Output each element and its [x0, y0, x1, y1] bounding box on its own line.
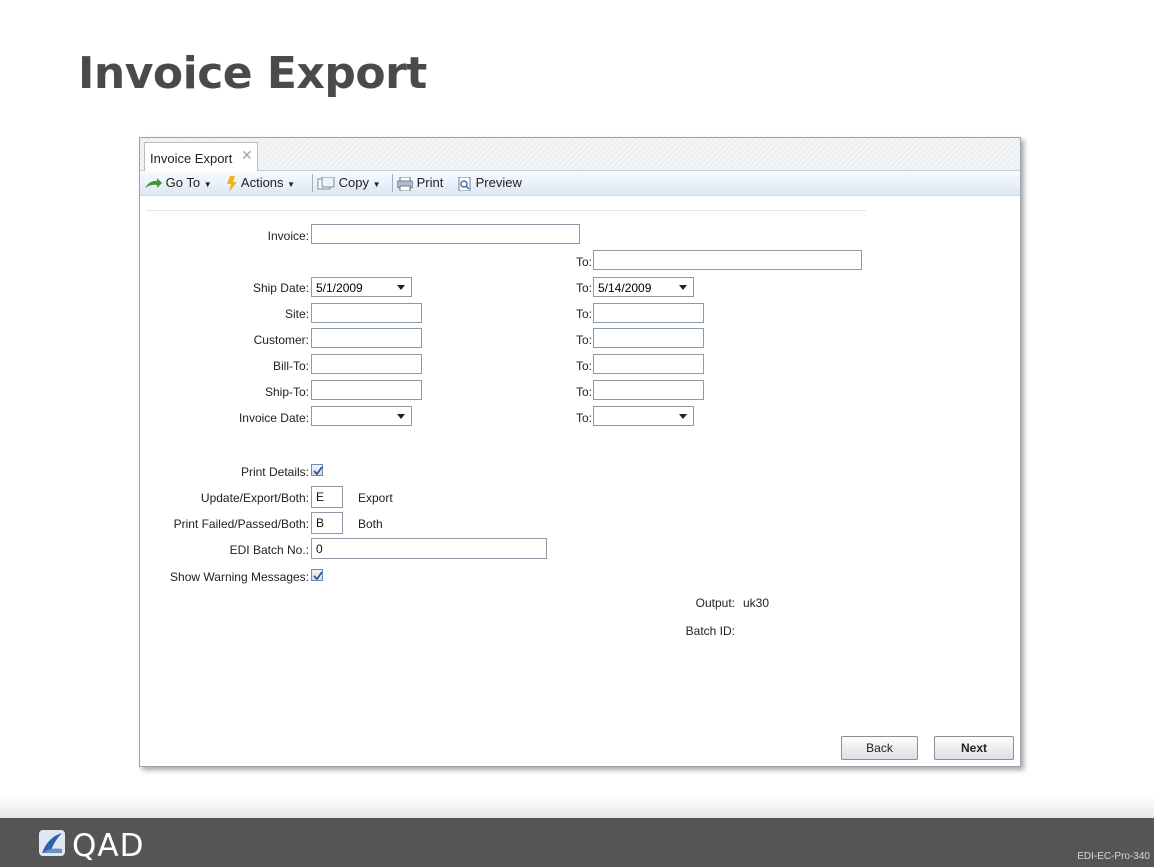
close-icon[interactable]: ✕ — [241, 147, 253, 164]
goto-label: Go To — [165, 175, 201, 190]
preview-label: Preview — [475, 175, 522, 190]
chevron-down-icon — [679, 414, 687, 419]
site-to-input[interactable] — [593, 303, 704, 323]
customer-from-input[interactable] — [311, 328, 422, 348]
output-value: uk30 — [743, 596, 770, 610]
bill-to-from-input[interactable] — [311, 354, 422, 374]
toolbar: Go To ▼ Actions ▼ Copy ▼ Print Preview — [140, 171, 1020, 196]
preview-icon — [458, 176, 471, 191]
ship-date-from-dropdown[interactable]: 5/1/2009 — [311, 277, 412, 297]
invoice-date-from-dropdown[interactable] — [311, 406, 412, 426]
copy-button[interactable]: Copy ▼ — [317, 175, 381, 191]
site-to-label: To: — [575, 307, 592, 321]
edi-batch-no-input[interactable] — [311, 538, 547, 559]
next-button[interactable]: Next — [934, 736, 1014, 760]
show-warning-checkbox[interactable] — [311, 569, 323, 581]
ship-date-label: Ship Date: — [252, 281, 309, 295]
slide-code: EDI-EC-Pro-340 — [1077, 851, 1150, 862]
print-failed-passed-label: Print Failed/Passed/Both: — [173, 517, 309, 531]
preview-button[interactable]: Preview — [458, 175, 522, 191]
site-label: Site: — [284, 307, 309, 321]
output-label: Output: — [695, 596, 735, 610]
chevron-down-icon: ▼ — [203, 180, 212, 189]
slide-title: Invoice Export — [78, 48, 427, 99]
toolbar-separator — [392, 174, 393, 192]
invoice-date-to-label: To: — [575, 411, 592, 425]
ship-date-to-label: To: — [575, 281, 592, 295]
copy-label: Copy — [338, 175, 369, 190]
invoice-to-input[interactable] — [593, 250, 862, 270]
chevron-down-icon: ▼ — [372, 180, 381, 189]
actions-button[interactable]: Actions ▼ — [226, 175, 295, 192]
update-export-both-input[interactable] — [311, 486, 343, 508]
actions-label: Actions — [240, 175, 284, 190]
update-export-both-desc: Export — [358, 491, 393, 505]
invoice-date-to-dropdown[interactable] — [593, 406, 694, 426]
site-from-input[interactable] — [311, 303, 422, 323]
bill-to-label: Bill-To: — [272, 359, 309, 373]
print-failed-passed-input[interactable] — [311, 512, 343, 534]
invoice-label: Invoice: — [267, 229, 309, 243]
divider — [146, 210, 866, 211]
toolbar-separator — [312, 174, 313, 192]
invoice-to-label: To: — [575, 255, 592, 269]
goto-arrow-icon — [145, 177, 162, 188]
ship-date-from-value: 5/1/2009 — [316, 281, 363, 295]
checkmark-icon — [313, 571, 323, 581]
invoice-from-input[interactable] — [311, 224, 580, 244]
checkmark-icon — [313, 466, 323, 476]
ship-to-to-input[interactable] — [593, 380, 704, 400]
customer-to-label: To: — [575, 333, 592, 347]
invoice-date-label: Invoice Date: — [238, 411, 309, 425]
back-button[interactable]: Back — [841, 736, 918, 760]
logo-text: QAD — [72, 828, 145, 864]
ship-date-to-dropdown[interactable]: 5/14/2009 — [593, 277, 694, 297]
copy-icon — [317, 176, 335, 190]
tab-invoice-export[interactable]: Invoice Export ✕ — [144, 142, 258, 171]
print-failed-passed-desc: Both — [358, 517, 383, 531]
tab-bar: Invoice Export ✕ — [140, 138, 1020, 171]
ship-to-label: Ship-To: — [264, 385, 309, 399]
customer-label: Customer: — [253, 333, 309, 347]
show-warning-label: Show Warning Messages: — [170, 570, 309, 584]
ship-to-to-label: To: — [575, 385, 592, 399]
batch-id-label: Batch ID: — [685, 624, 735, 638]
footer-bar: QAD EDI-EC-Pro-340 — [0, 818, 1154, 867]
customer-to-input[interactable] — [593, 328, 704, 348]
print-details-checkbox[interactable] — [311, 464, 323, 476]
print-button[interactable]: Print — [397, 175, 443, 191]
chevron-down-icon — [397, 285, 405, 290]
printer-icon — [397, 176, 413, 191]
chevron-down-icon — [679, 285, 687, 290]
ship-to-from-input[interactable] — [311, 380, 422, 400]
chevron-down-icon: ▼ — [287, 180, 296, 189]
print-label: Print — [416, 175, 444, 190]
goto-button[interactable]: Go To ▼ — [144, 175, 212, 190]
invoice-export-window: Invoice Export ✕ Go To ▼ Actions ▼ Copy … — [139, 137, 1021, 767]
edi-batch-no-label: EDI Batch No.: — [229, 543, 309, 557]
update-export-both-label: Update/Export/Both: — [200, 491, 309, 505]
print-details-label: Print Details: — [240, 465, 309, 479]
footer-fade — [0, 795, 1154, 818]
qad-logo-icon — [39, 830, 65, 856]
bill-to-to-label: To: — [575, 359, 592, 373]
ship-date-to-value: 5/14/2009 — [598, 281, 652, 295]
lightning-icon — [227, 175, 237, 192]
chevron-down-icon — [397, 414, 405, 419]
bill-to-to-input[interactable] — [593, 354, 704, 374]
tab-label: Invoice Export — [150, 151, 233, 166]
